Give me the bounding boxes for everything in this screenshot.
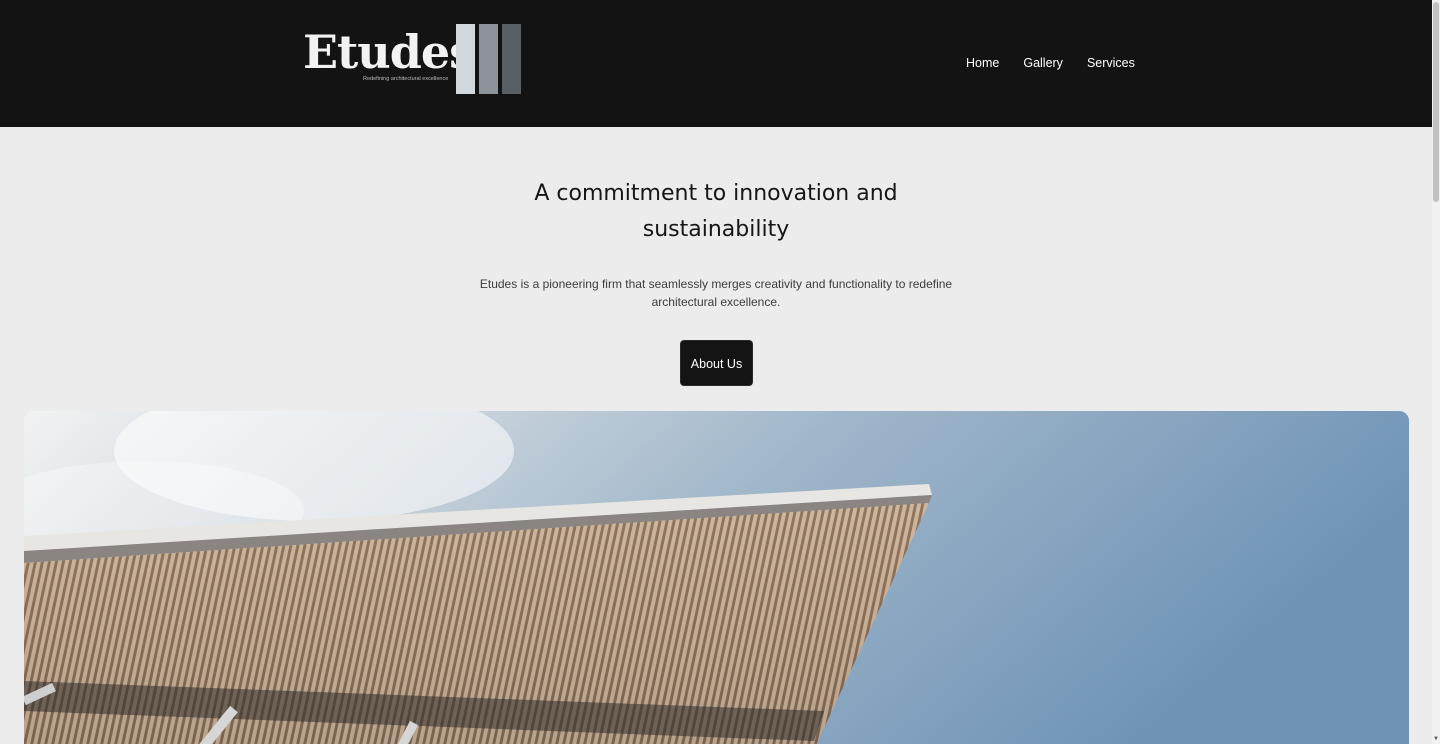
vertical-scrollbar[interactable]: ▼ bbox=[1432, 0, 1440, 744]
scroll-down-arrow-icon[interactable]: ▼ bbox=[1433, 736, 1439, 742]
logo-tagline: Redefining architectural excellence bbox=[363, 76, 449, 82]
logo-bar-mid bbox=[479, 24, 498, 94]
architecture-canopy-illustration bbox=[24, 411, 1409, 744]
logo-bar-light bbox=[456, 24, 475, 94]
main-nav: Home Gallery Services bbox=[966, 55, 1135, 71]
hero-architecture-image bbox=[24, 411, 1409, 744]
nav-home[interactable]: Home bbox=[966, 55, 999, 71]
page: Etudes Redefining architectural excellen… bbox=[0, 0, 1440, 744]
nav-services[interactable]: Services bbox=[1087, 55, 1135, 71]
logo-bar-dark bbox=[502, 24, 521, 94]
about-us-button[interactable]: About Us bbox=[680, 340, 753, 386]
hero-description: Etudes is a pioneering firm that seamles… bbox=[479, 277, 953, 309]
nav-gallery[interactable]: Gallery bbox=[1023, 55, 1063, 71]
logo[interactable]: Etudes Redefining architectural excellen… bbox=[303, 22, 525, 96]
scrollbar-thumb[interactable] bbox=[1433, 2, 1439, 202]
hero-title: A commitment to innovation and sustainab… bbox=[534, 181, 898, 242]
site-header: Etudes Redefining architectural excellen… bbox=[0, 0, 1432, 127]
logo-wordmark: Etudes bbox=[303, 25, 475, 79]
